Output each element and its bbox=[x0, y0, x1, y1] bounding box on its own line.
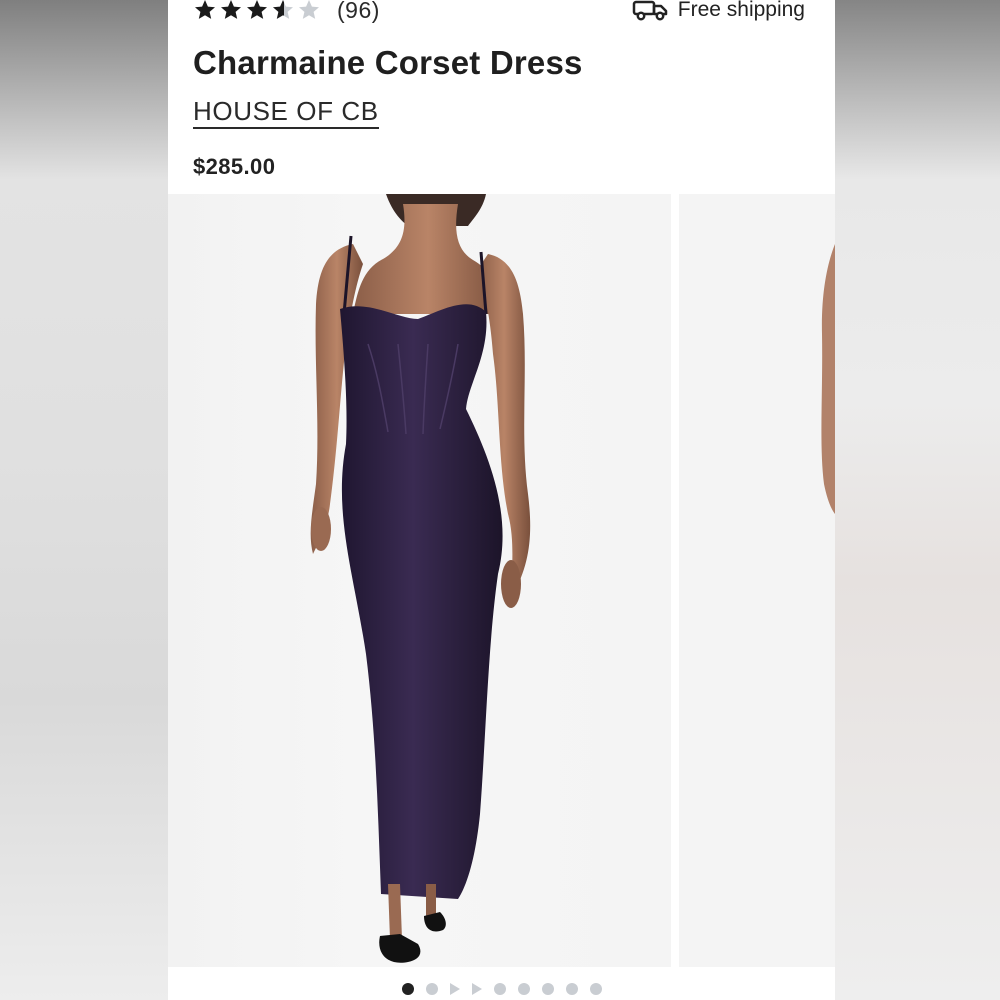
carousel-dot[interactable] bbox=[565, 983, 578, 995]
rating-stars bbox=[193, 0, 321, 22]
rating[interactable]: (96) bbox=[193, 0, 380, 24]
star-icon bbox=[245, 0, 269, 22]
star-half-icon bbox=[271, 0, 295, 22]
carousel-dot[interactable] bbox=[425, 983, 438, 995]
carousel-dot-active[interactable] bbox=[401, 983, 414, 995]
carousel-dot[interactable] bbox=[493, 983, 506, 995]
carousel-dot[interactable] bbox=[541, 983, 554, 995]
carousel-dot[interactable] bbox=[517, 983, 530, 995]
star-empty-icon bbox=[297, 0, 321, 22]
product-image-carousel[interactable] bbox=[168, 194, 835, 967]
truck-icon bbox=[632, 0, 670, 22]
review-count[interactable]: (96) bbox=[337, 0, 380, 24]
product-title: Charmaine Corset Dress bbox=[193, 44, 583, 81]
product-image-next[interactable] bbox=[679, 194, 835, 967]
carousel-dot[interactable] bbox=[589, 983, 602, 995]
product-price: $285.00 bbox=[193, 154, 276, 179]
background-blur-right bbox=[834, 0, 1000, 1000]
brand-link[interactable]: HOUSE OF CB bbox=[193, 96, 379, 129]
play-icon[interactable] bbox=[449, 983, 460, 995]
top-meta-row: (96) Free shipping bbox=[193, 0, 805, 26]
product-page: (96) Free shipping Charmaine Corset Dres… bbox=[168, 0, 835, 1000]
shipping-info: Free shipping bbox=[632, 0, 805, 22]
play-icon[interactable] bbox=[471, 983, 482, 995]
background-blur-left bbox=[0, 0, 168, 1000]
screenshot-stage: (96) Free shipping Charmaine Corset Dres… bbox=[0, 0, 1000, 1000]
star-icon bbox=[193, 0, 217, 22]
carousel-indicators bbox=[168, 980, 835, 998]
shipping-label: Free shipping bbox=[677, 0, 805, 21]
star-icon bbox=[219, 0, 243, 22]
product-image-main[interactable] bbox=[168, 194, 671, 967]
